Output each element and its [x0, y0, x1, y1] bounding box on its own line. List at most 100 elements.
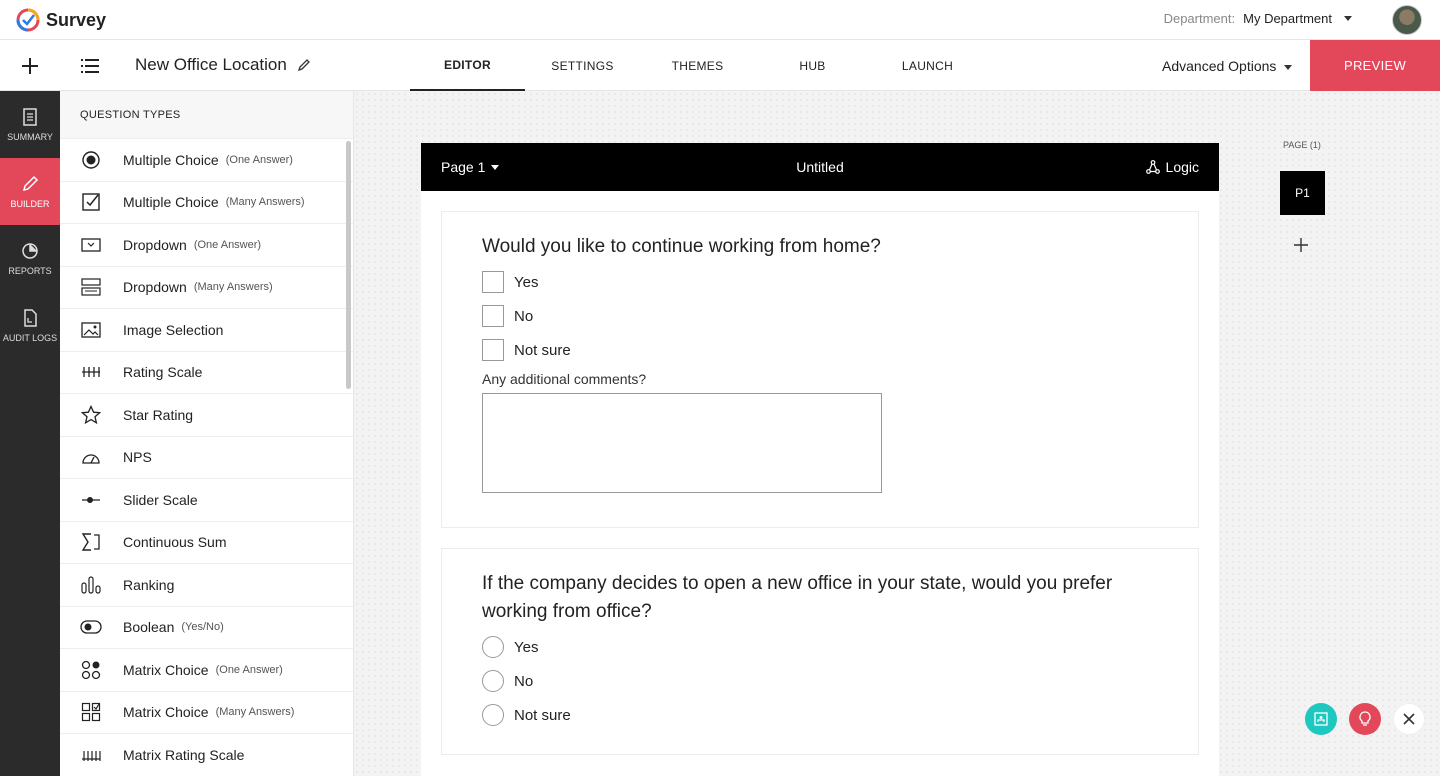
left-nav: SUMMARY BUILDER REPORTS AUDIT LOGS	[0, 91, 60, 776]
department-label: Department:	[1163, 11, 1236, 26]
option-label: No	[514, 672, 534, 690]
question-type-item[interactable]: Slider Scale	[60, 479, 353, 522]
option-label: Not sure	[514, 706, 571, 724]
question-type-label: Multiple Choice	[123, 151, 219, 168]
question-types-scrollbar[interactable]	[346, 141, 351, 389]
checkbox-option[interactable]: Not sure	[482, 333, 1198, 367]
edit-pencil-icon[interactable]	[297, 58, 311, 72]
tips-button[interactable]	[1349, 703, 1381, 735]
tab-launch[interactable]: LAUNCH	[870, 40, 985, 91]
question-type-sublabel: (Many Answers)	[215, 706, 295, 719]
matrix-rating-icon	[80, 744, 102, 766]
question-type-label: Slider Scale	[123, 491, 198, 508]
survey-title-text: New Office Location	[135, 55, 287, 74]
checkbox[interactable]	[482, 271, 504, 293]
tab-settings[interactable]: SETTINGS	[525, 40, 640, 91]
department-selector[interactable]: Department: My Department	[1164, 11, 1352, 26]
nav-summary[interactable]: SUMMARY	[0, 91, 60, 158]
radio-button[interactable]	[482, 704, 504, 726]
option-label: Not sure	[514, 341, 571, 359]
question-types-list: Multiple Choice (One Answer) Multiple Choi…	[60, 139, 353, 776]
page-title[interactable]: Untitled	[421, 159, 1219, 175]
top-bar: Survey Department: My Department	[0, 0, 1440, 40]
add-page-button[interactable]	[1294, 232, 1308, 258]
question-type-label: Matrix Rating Scale	[123, 746, 245, 763]
question-type-item[interactable]: Matrix Rating Scale	[60, 734, 353, 776]
question-type-item[interactable]: Rating Scale	[60, 352, 353, 394]
survey-logo-icon	[16, 8, 40, 32]
nav-reports-label: REPORTS	[8, 265, 52, 276]
question-type-label: Boolean	[123, 619, 175, 636]
question-types-heading: QUESTION TYPES	[60, 91, 353, 139]
question-type-item[interactable]: Matrix Choice (Many Answers)	[60, 692, 353, 734]
question-type-item[interactable]: Boolean (Yes/No)	[60, 607, 353, 649]
question-type-label: Multiple Choice	[123, 194, 219, 211]
question-type-item[interactable]: Multiple Choice (Many Answers)	[60, 182, 353, 224]
question-type-item[interactable]: Continuous Sum	[60, 522, 353, 564]
advanced-options-label: Advanced Options	[1162, 58, 1277, 74]
checkbox[interactable]	[482, 339, 504, 361]
dropdown-icon	[80, 234, 102, 256]
radio-option[interactable]: No	[482, 664, 1158, 698]
question-type-item[interactable]: Image Selection	[60, 309, 353, 352]
help-center-button[interactable]	[1305, 703, 1337, 735]
question-type-label: Star Rating	[123, 406, 194, 423]
star-icon	[80, 404, 102, 426]
pencil-icon	[22, 175, 39, 191]
question-type-item[interactable]: Star Rating	[60, 394, 353, 437]
add-button[interactable]	[0, 40, 60, 91]
page-thumbnail-p1[interactable]: P1	[1280, 171, 1325, 215]
advanced-options-dropdown[interactable]: Advanced Options	[1162, 58, 1293, 74]
tab-hub[interactable]: HUB	[755, 40, 870, 91]
question-title[interactable]: Would you like to continue working from …	[482, 233, 1198, 261]
nav-builder-label: BUILDER	[10, 198, 50, 209]
question-type-item[interactable]: Matrix Choice (One Answer)	[60, 649, 353, 692]
radio-option[interactable]: Not sure	[482, 698, 1158, 732]
question-type-item[interactable]: Dropdown (One Answer)	[60, 224, 353, 267]
question-type-item[interactable]: NPS	[60, 437, 353, 479]
question-types-panel: QUESTION TYPES Multiple Choice (One Answe…	[60, 91, 354, 776]
close-button[interactable]	[1393, 703, 1425, 735]
question-type-label: Matrix Choice	[123, 661, 209, 678]
survey-title[interactable]: New Office Location	[135, 55, 311, 75]
comment-textarea[interactable]	[482, 393, 882, 493]
chevron-down-icon	[1344, 16, 1352, 21]
page-header-bar: Page 1 Untitled Logic	[421, 143, 1219, 191]
preview-button[interactable]: PREVIEW	[1310, 40, 1440, 91]
checkbox[interactable]	[482, 305, 504, 327]
gauge-icon	[80, 446, 102, 468]
question-type-item[interactable]: Multiple Choice (One Answer)	[60, 139, 353, 182]
question-title[interactable]: If the company decides to open a new off…	[482, 570, 1158, 626]
checkbox-option[interactable]: No	[482, 299, 1198, 333]
app-logo[interactable]: Survey	[16, 8, 106, 32]
nav-builder[interactable]: BUILDER	[0, 158, 60, 225]
question-card[interactable]: Would you like to continue working from …	[441, 211, 1199, 528]
checkbox-option[interactable]: Yes	[482, 265, 1198, 299]
matrix-checkbox-icon	[80, 701, 102, 723]
question-type-sublabel: (Many Answers)	[193, 281, 273, 294]
menu-list-button[interactable]	[60, 40, 120, 91]
logic-icon	[1145, 160, 1160, 174]
tab-editor[interactable]: EDITOR	[410, 40, 525, 91]
close-icon	[1403, 713, 1415, 725]
app-name: Survey	[46, 9, 107, 30]
nav-reports[interactable]: REPORTS	[0, 225, 60, 292]
tab-themes[interactable]: THEMES	[640, 40, 755, 91]
question-type-sublabel: (Many Answers)	[225, 196, 305, 209]
radio-button[interactable]	[482, 636, 504, 658]
radio-option[interactable]: Yes	[482, 630, 1158, 664]
nav-audit-logs[interactable]: AUDIT LOGS	[0, 292, 60, 359]
question-type-label: Matrix Choice	[123, 704, 209, 721]
question-type-item[interactable]: Ranking	[60, 564, 353, 607]
editor-toolbar: New Office Location EDITOR SETTINGS THEM…	[0, 40, 1440, 91]
avatar[interactable]	[1392, 5, 1422, 35]
question-card[interactable]: If the company decides to open a new off…	[441, 548, 1199, 755]
sigma-icon	[80, 531, 102, 553]
radio-button[interactable]	[482, 670, 504, 692]
department-value[interactable]: My Department	[1243, 11, 1332, 26]
question-type-sublabel: (One Answer)	[225, 153, 293, 166]
question-type-item[interactable]: Dropdown (Many Answers)	[60, 267, 353, 309]
nav-summary-label: SUMMARY	[7, 131, 53, 142]
image-icon	[80, 319, 102, 341]
logic-button[interactable]: Logic	[1145, 159, 1199, 175]
